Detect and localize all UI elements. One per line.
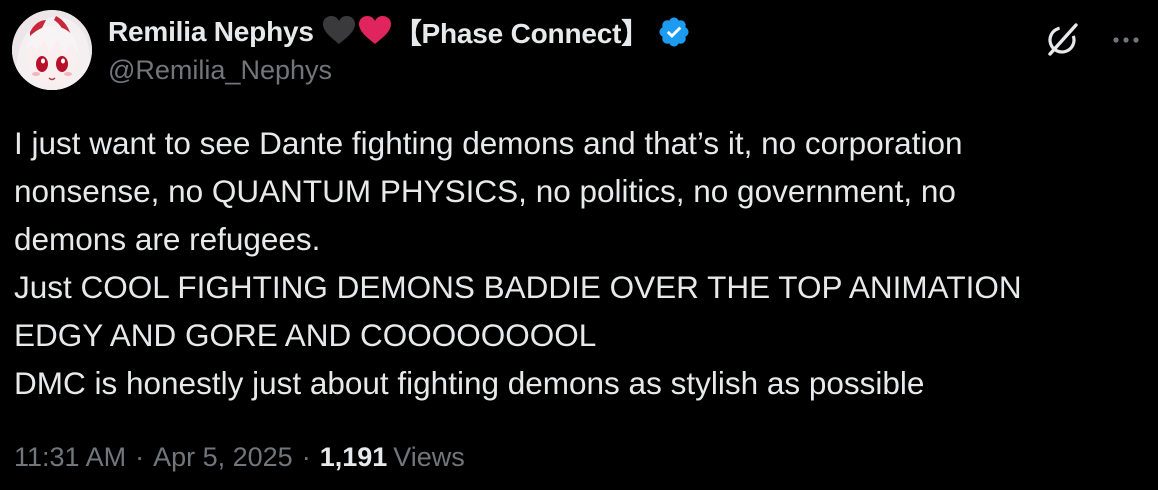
tweet-text-line: Just COOL FIGHTING DEMONS BADDIE OVER TH… <box>14 269 1022 305</box>
tweet-text-line: EDGY AND GORE AND COOOOOOOOL <box>14 317 597 353</box>
tweet-text: I just want to see Dante fighting demons… <box>14 119 1134 407</box>
display-name-suffix[interactable]: 【Phase Connect】 <box>394 12 649 52</box>
red-heart-icon <box>358 15 392 50</box>
display-name[interactable]: Remilia Nephys <box>108 16 314 48</box>
avatar-image <box>12 10 92 90</box>
tweet-text-line: I just want to see Dante fighting demons… <box>14 125 963 161</box>
views-label: Views <box>393 442 465 472</box>
grok-icon[interactable] <box>1040 18 1084 62</box>
meta-separator: · <box>301 442 311 472</box>
author-handle[interactable]: @Remilia_Nephys <box>108 55 332 86</box>
meta-separator: · <box>135 442 145 472</box>
tweet-text-line: demons are refugees. <box>14 221 321 257</box>
tweet-time[interactable]: 11:31 AM <box>14 442 126 473</box>
tweet-date[interactable]: Apr 5, 2025 <box>153 442 293 473</box>
tweet-meta: 11:31 AM · Apr 5, 2025 · 1,191 Views <box>14 442 465 473</box>
tweet-text-line: nonsense, no QUANTUM PHYSICS, no politic… <box>14 173 956 209</box>
avatar[interactable] <box>12 10 92 90</box>
tweet: Remilia Nephys 【Phase Connect】 @Remilia_… <box>0 0 1158 490</box>
views-count: 1,191 <box>319 442 388 472</box>
author-name-row[interactable]: Remilia Nephys 【Phase Connect】 <box>108 12 691 52</box>
more-horizontal-icon[interactable] <box>1104 20 1148 60</box>
black-heart-icon <box>322 15 356 50</box>
verified-badge-icon[interactable] <box>657 15 691 49</box>
tweet-text-line: DMC is honestly just about fighting demo… <box>14 365 925 401</box>
